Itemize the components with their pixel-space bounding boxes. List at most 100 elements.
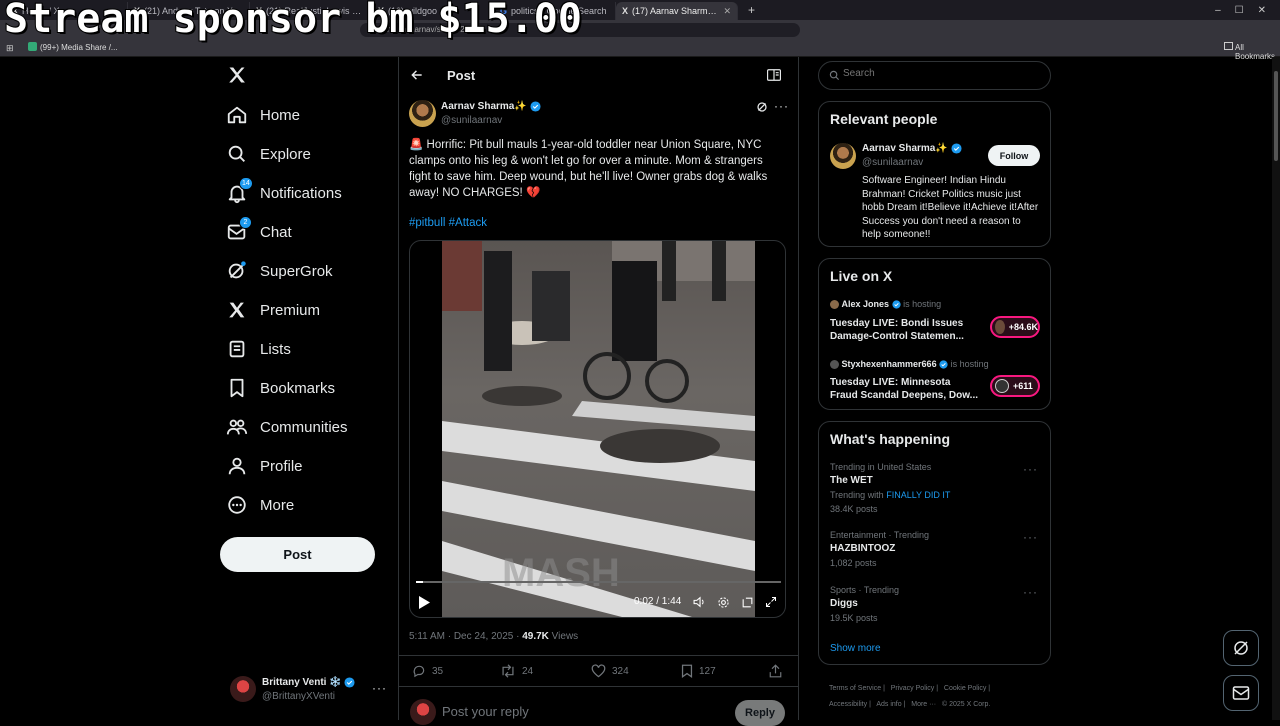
- live-listeners-pill[interactable]: +84.6K: [990, 316, 1040, 338]
- apps-icon[interactable]: ⊞: [6, 43, 14, 54]
- footer-link[interactable]: Terms of Service: [829, 685, 881, 692]
- live-item-title[interactable]: Tuesday LIVE: Minnesota Fraud Scandal De…: [830, 376, 980, 402]
- follow-button[interactable]: Follow: [988, 145, 1040, 166]
- svg-text:MASH: MASH: [502, 551, 620, 595]
- account-menu-icon[interactable]: ···: [372, 681, 387, 695]
- reply-input[interactable]: Post your reply: [442, 704, 529, 719]
- live-listeners-pill[interactable]: +611: [990, 375, 1040, 397]
- nav-bookmarks[interactable]: Bookmarks: [226, 373, 335, 403]
- like-action[interactable]: 324: [591, 664, 629, 678]
- post-button[interactable]: Post: [220, 537, 375, 572]
- post-more-icon[interactable]: ···: [774, 99, 789, 113]
- trend-item[interactable]: Trending in United States The WET Trendi…: [830, 462, 1030, 514]
- heart-icon: [591, 664, 606, 678]
- nav-label: Lists: [260, 340, 291, 358]
- search-box[interactable]: [818, 61, 1051, 90]
- nav-communities[interactable]: Communities: [226, 412, 348, 442]
- host-avatar: [830, 300, 839, 310]
- nav-premium[interactable]: Premium: [226, 295, 320, 325]
- post-hashtags[interactable]: #pitbull #Attack: [409, 217, 487, 229]
- nav-explore[interactable]: Explore: [226, 139, 311, 169]
- footer-links: Terms of Service | Privacy Policy | Cook…: [829, 685, 991, 708]
- share-action[interactable]: [769, 664, 788, 678]
- new-tab-icon[interactable]: +: [748, 3, 755, 17]
- grok-fab[interactable]: [1223, 630, 1259, 666]
- bookmark-item[interactable]: (99+) Media Share /...: [40, 43, 118, 52]
- video-player[interactable]: MASH 0:02 / 1:44: [409, 240, 786, 618]
- trend-item[interactable]: Entertainment · Trending HAZBINTOOZ 1,08…: [830, 530, 1030, 568]
- settings-icon[interactable]: [717, 596, 730, 609]
- video-frame: MASH: [442, 241, 755, 617]
- volume-icon[interactable]: [693, 596, 706, 608]
- video-progress-fill: [416, 581, 424, 583]
- video-progress-track[interactable]: [416, 581, 781, 583]
- listener-avatar: [995, 379, 1009, 393]
- page-title: Post: [447, 68, 476, 83]
- trend-more-icon[interactable]: ···: [1023, 585, 1038, 599]
- back-arrow-icon[interactable]: [410, 68, 424, 82]
- footer-link[interactable]: More ···: [911, 701, 936, 708]
- footer-link[interactable]: Accessibility: [829, 701, 867, 708]
- nav-notifications[interactable]: 14 Notifications: [226, 177, 342, 208]
- grok-icon[interactable]: [756, 101, 768, 113]
- footer-link[interactable]: Cookie Policy: [944, 685, 986, 692]
- nav-lists[interactable]: Lists: [226, 334, 291, 364]
- trend-more-icon[interactable]: ···: [1023, 530, 1038, 544]
- bookmarks-bar: ⊞ (99+) Media Share /... All Bookmarks: [0, 40, 1280, 61]
- browser-tab-active[interactable]: X(17) Aarnav Sharma✨ on X: " ✕: [616, 2, 738, 20]
- author-name[interactable]: Aarnav Sharma✨: [441, 101, 541, 112]
- scrollbar[interactable]: [1272, 57, 1280, 720]
- account-avatar[interactable]: [230, 676, 256, 702]
- repost-action[interactable]: 24: [500, 664, 533, 678]
- author-handle[interactable]: @sunilaarnav: [441, 115, 502, 126]
- live-item-title[interactable]: Tuesday LIVE: Bondi Issues Damage-Contro…: [830, 317, 975, 343]
- nav-profile[interactable]: Profile: [226, 451, 303, 481]
- minimize-icon[interactable]: –: [1215, 5, 1221, 16]
- grok-icon: [226, 260, 248, 282]
- bookmark-action[interactable]: 127: [681, 664, 716, 678]
- scrollbar-thumb[interactable]: [1274, 71, 1278, 161]
- chat-badge: 2: [239, 216, 252, 229]
- nav-home[interactable]: Home: [226, 100, 300, 130]
- nav-label: More: [260, 496, 295, 514]
- verified-badge-icon: [939, 360, 948, 369]
- close-tab-icon[interactable]: ✕: [723, 6, 731, 17]
- person-name[interactable]: Aarnav Sharma✨: [862, 143, 962, 154]
- play-icon[interactable]: [418, 596, 430, 609]
- search-input[interactable]: [843, 68, 1033, 79]
- footer-link[interactable]: Ads info: [876, 701, 901, 708]
- show-more-link[interactable]: Show more: [830, 643, 881, 654]
- person-handle[interactable]: @sunilaarnav: [862, 157, 923, 168]
- folder-icon: [1224, 42, 1233, 50]
- live-item-host[interactable]: Styxhexenhammer666 is hosting: [830, 359, 989, 370]
- live-item-host[interactable]: Alex Jones is hosting: [830, 299, 941, 310]
- more-circle-icon: [226, 494, 248, 516]
- close-window-icon[interactable]: ✕: [1258, 5, 1266, 16]
- tab-title: (17) Aarnav Sharma✨ on X: ": [632, 5, 719, 16]
- reply-button[interactable]: Reply: [735, 700, 785, 726]
- trend-item[interactable]: Sports · Trending Diggs 19.5K posts: [830, 585, 1030, 623]
- person-avatar[interactable]: [830, 143, 856, 169]
- x-logo-icon: X: [622, 6, 629, 16]
- nav-label: Profile: [260, 457, 303, 475]
- communities-icon: [226, 416, 248, 438]
- reader-view-icon[interactable]: [767, 69, 781, 81]
- window-controls: – ☐ ✕: [1201, 0, 1280, 21]
- nav-label: Communities: [260, 418, 348, 436]
- messages-fab[interactable]: [1223, 675, 1259, 711]
- nav-chat[interactable]: 2 Chat: [226, 216, 292, 247]
- footer-link[interactable]: Privacy Policy: [891, 685, 935, 692]
- maximize-icon[interactable]: ☐: [1235, 5, 1244, 16]
- divider: [399, 686, 798, 687]
- nav-more[interactable]: More: [226, 490, 294, 520]
- reply-action[interactable]: 35: [412, 664, 443, 678]
- author-avatar[interactable]: [409, 100, 436, 127]
- trend-link[interactable]: FINALLY DID IT: [886, 490, 950, 500]
- verified-badge-icon: [951, 143, 962, 154]
- nav-supergrok[interactable]: SuperGrok: [226, 256, 333, 286]
- fullscreen-icon[interactable]: [765, 596, 777, 608]
- pip-icon[interactable]: [741, 596, 754, 609]
- x-logo-icon[interactable]: [227, 65, 247, 85]
- trend-more-icon[interactable]: ···: [1023, 462, 1038, 476]
- nav-label: Bookmarks: [260, 379, 336, 397]
